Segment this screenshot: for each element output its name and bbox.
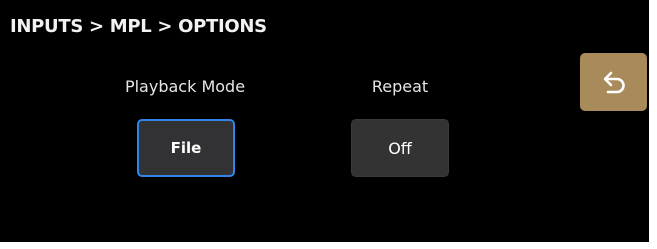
undo-arrow-icon — [603, 71, 625, 94]
repeat-label: Repeat — [371, 77, 429, 96]
breadcrumb: INPUTS > MPL > OPTIONS — [10, 16, 267, 37]
playback-mode-value: File — [170, 139, 202, 157]
playback-mode-label: Playback Mode — [124, 77, 246, 96]
playback-mode-button[interactable]: File — [137, 119, 235, 177]
options-screen: INPUTS > MPL > OPTIONS Playback Mode Rep… — [0, 0, 649, 242]
back-button[interactable] — [580, 53, 647, 111]
repeat-value: Off — [388, 138, 412, 158]
repeat-button[interactable]: Off — [351, 119, 449, 177]
